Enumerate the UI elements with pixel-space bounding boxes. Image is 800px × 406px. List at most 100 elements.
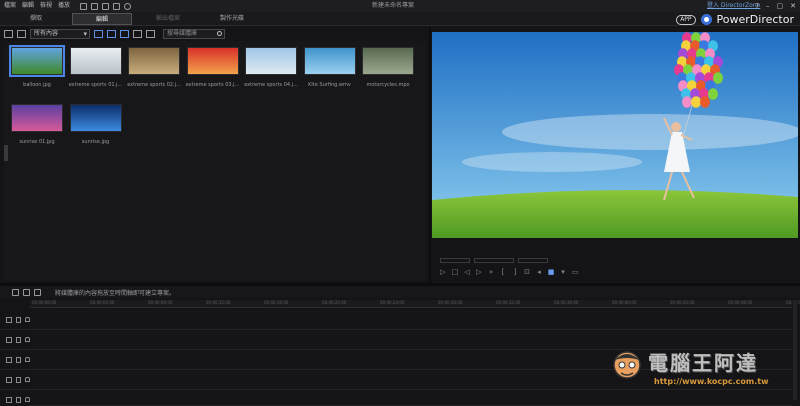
maximize-button[interactable]: ▢ (777, 0, 784, 12)
track-enable-checkbox[interactable] (15, 316, 22, 323)
media-item[interactable]: sunrise.jpg (69, 104, 123, 145)
media-thumbnail[interactable] (362, 47, 414, 75)
media-item[interactable]: Kite Surfing.wmv (303, 47, 357, 88)
title-bar: 檔案 編輯 檢視 播放 新建未命名專案 登入 DirectorZone ? – … (0, 0, 800, 12)
snapshot-icon[interactable]: ⊡ (523, 268, 531, 276)
fast-forward-icon[interactable]: » (487, 268, 495, 276)
filter-audio-icon[interactable] (120, 30, 129, 38)
preview-scrubber[interactable] (440, 256, 560, 264)
undock-icon[interactable]: ▭ (571, 268, 579, 276)
track-type-icon (6, 356, 12, 363)
track-header-effect (0, 350, 31, 370)
track-enable-checkbox[interactable] (15, 336, 22, 343)
volume-icon[interactable]: ◂ (535, 268, 543, 276)
timeline-mode-icon[interactable] (23, 288, 30, 296)
timeline-track[interactable] (30, 310, 792, 330)
dropdown-icon[interactable]: ▾ (559, 268, 567, 276)
help-button[interactable]: ? (755, 0, 759, 12)
media-item[interactable]: balloon.jpg (9, 45, 65, 88)
track-type-icon (6, 396, 12, 403)
media-item[interactable]: extreme sports 02.j... (127, 47, 181, 88)
panel-divider[interactable] (429, 27, 431, 283)
undo-icon[interactable] (102, 2, 110, 10)
filter-image-icon[interactable] (107, 30, 116, 38)
grid-view-icon[interactable] (133, 30, 142, 38)
mark-out-icon[interactable]: ] (511, 268, 519, 276)
ruler-tick-label: 00;00;24;00 (380, 300, 405, 305)
menu-file[interactable]: 檔案 (4, 0, 16, 12)
library-search-input[interactable]: 搜尋媒體庫 (163, 29, 225, 39)
track-type-icon (6, 336, 12, 343)
library-collapse-handle[interactable] (4, 145, 8, 161)
media-thumbnail[interactable] (69, 104, 122, 132)
track-header-title (0, 370, 31, 390)
search-icon[interactable] (217, 31, 222, 36)
menu-play[interactable]: 播放 (58, 0, 70, 12)
brand-name: PowerDirector (716, 13, 794, 26)
track-type-icon (6, 376, 12, 383)
track-enable-checkbox[interactable] (15, 376, 22, 383)
tab-edit[interactable]: 編輯 (72, 13, 132, 25)
quick-toolbar (80, 2, 132, 10)
next-frame-icon[interactable]: ▷ (475, 268, 483, 276)
media-item[interactable]: sunrise 01.jpg (10, 104, 64, 145)
watermark-mascot-icon (613, 351, 641, 379)
track-header-voice (0, 390, 31, 406)
media-label: sunrise 01.jpg (19, 139, 55, 145)
filter-video-icon[interactable] (94, 30, 103, 38)
ruler-tick-label: 00;00;00;00 (32, 300, 57, 305)
balloon (708, 88, 718, 100)
track-header-video (0, 310, 31, 330)
media-item[interactable]: motorcycles.mpo (361, 47, 415, 88)
media-thumbnail[interactable] (186, 47, 239, 75)
media-label: balloon.jpg (23, 82, 51, 88)
media-thumbnail[interactable] (9, 45, 65, 77)
media-thumbnail[interactable] (303, 47, 356, 75)
media-label: extreme sports 01.j... (68, 82, 123, 88)
media-thumbnail[interactable] (11, 104, 63, 132)
ruler-tick-label: 00;00;44;00 (670, 300, 695, 305)
menu-view[interactable]: 檢視 (40, 0, 52, 12)
timeline-track[interactable] (30, 390, 792, 406)
media-item[interactable]: extreme sports 01.j... (69, 47, 123, 88)
play-icon[interactable]: ▷ (439, 268, 447, 276)
sort-icon[interactable] (146, 30, 155, 38)
menu-edit[interactable]: 編輯 (22, 0, 34, 12)
media-item[interactable]: extreme sports 03.j... (186, 47, 240, 88)
cloud (462, 152, 642, 172)
ruler-tick-label: 00;00;28;00 (438, 300, 463, 305)
media-label: extreme sports 04.j... (244, 82, 298, 88)
media-thumbnail[interactable] (128, 47, 180, 75)
track-manager-icon[interactable] (12, 288, 19, 296)
media-label: extreme sports 03.j... (185, 82, 240, 88)
app-badge[interactable]: APP (676, 14, 696, 25)
import-media-icon[interactable] (4, 30, 13, 38)
previous-frame-icon[interactable]: ◁ (463, 268, 471, 276)
ruler-tick-label: 00;00;36;00 (554, 300, 579, 305)
tab-capture[interactable]: 擷取 (6, 13, 66, 25)
refresh-icon[interactable] (124, 2, 132, 10)
close-button[interactable]: ✕ (790, 0, 796, 12)
mark-in-icon[interactable]: [ (499, 268, 507, 276)
media-thumbnail[interactable] (245, 47, 297, 75)
tab-produce[interactable]: 輸出檔案 (138, 13, 198, 25)
redo-icon[interactable] (113, 2, 121, 10)
track-enable-checkbox[interactable] (15, 356, 22, 363)
timeline-scrollbar[interactable] (793, 300, 797, 400)
media-item[interactable]: extreme sports 04.j... (244, 47, 298, 88)
media-thumbnail[interactable] (69, 47, 122, 75)
3d-mode-icon[interactable]: ■ (547, 268, 555, 276)
brand: APP PowerDirector (676, 13, 794, 26)
scrub-segment (518, 257, 548, 263)
track-enable-checkbox[interactable] (15, 396, 22, 403)
plugin-icon[interactable] (17, 30, 26, 38)
stop-icon[interactable]: □ (451, 268, 459, 276)
tab-create-disc[interactable]: 製作光碟 (202, 13, 262, 25)
storyboard-icon[interactable] (34, 288, 41, 296)
settings-icon[interactable] (91, 2, 99, 10)
timeline-ruler[interactable]: 00;00;00;00 00;00;04;00 00;00;08;00 00;00;1… (30, 300, 800, 308)
media-filter-select[interactable]: 所有內容 (30, 29, 90, 39)
save-icon[interactable] (80, 2, 88, 10)
directorzone-login-link[interactable]: 登入 DirectorZone (707, 0, 760, 12)
minimize-button[interactable]: – (766, 0, 770, 12)
